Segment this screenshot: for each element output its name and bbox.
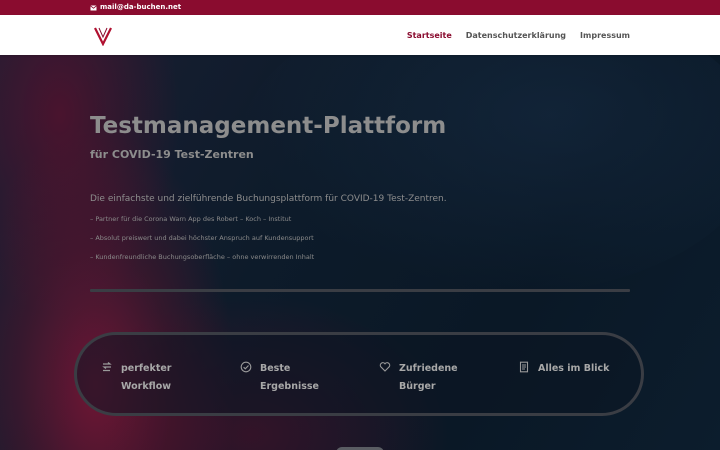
workflow-icon — [102, 362, 112, 372]
feature-workflow: perfekter Workflow — [101, 360, 172, 396]
feature-label: Zufriedene Bürger — [399, 363, 458, 392]
hero-section: Testmanagement-Plattform für COVID-19 Te… — [0, 55, 720, 450]
hero-subtitle: für COVID-19 Test-Zentren — [90, 148, 254, 161]
envelope-icon — [90, 4, 97, 10]
hero-bullet: – Partner für die Corona Warn App des Ro… — [90, 215, 292, 223]
section-divider — [90, 289, 630, 292]
feature-results: Beste Ergebnisse — [240, 360, 319, 396]
hero-intro: Die einfachste und zielführende Buchungs… — [90, 194, 447, 204]
feature-label: Alles im Blick — [538, 363, 610, 374]
nav-impressum[interactable]: Impressum — [580, 31, 630, 40]
site-header: Startseite Datenschutzerklärung Impressu… — [0, 15, 720, 55]
hero-bullet: – Absolut preiswert und dabei höchster A… — [90, 234, 314, 242]
nav-datenschutzerklaerung[interactable]: Datenschutzerklärung — [466, 31, 566, 40]
check-circle-icon — [240, 361, 252, 373]
feature-overview: Alles im Blick — [518, 360, 609, 378]
hero-bullet: – Kundenfreundliche Buchungsoberfläche –… — [90, 253, 315, 261]
document-icon — [519, 361, 529, 373]
hero-title: Testmanagement-Plattform — [90, 113, 447, 139]
contact-email-text[interactable]: mail@da-buchen.net — [100, 2, 181, 13]
feature-label: Beste Ergebnisse — [260, 363, 319, 392]
features-panel: perfekter Workflow Beste Ergebnisse Zufr… — [74, 332, 644, 416]
feature-label: perfekter Workflow — [121, 363, 172, 392]
feature-citizens: Zufriedene Bürger — [379, 360, 458, 396]
main-navigation: Startseite Datenschutzerklärung Impressu… — [407, 15, 630, 55]
site-logo[interactable] — [94, 26, 112, 46]
top-bar: mail@da-buchen.net — [0, 0, 720, 15]
heart-icon — [379, 362, 391, 372]
contact-email[interactable]: mail@da-buchen.net — [90, 2, 181, 13]
nav-startseite[interactable]: Startseite — [407, 31, 452, 40]
